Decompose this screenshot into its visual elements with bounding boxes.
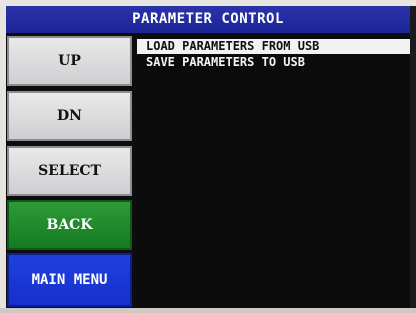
parameter-options-list: LOAD PARAMETERS FROM USB SAVE PARAMETERS…: [137, 36, 410, 308]
main-menu-button[interactable]: MAIN MENU: [7, 253, 132, 307]
up-button[interactable]: UP: [7, 36, 132, 86]
bezel-right: [410, 6, 416, 313]
list-item-load-parameters[interactable]: LOAD PARAMETERS FROM USB: [137, 39, 410, 54]
bezel-bottom: [0, 308, 416, 313]
back-button[interactable]: BACK: [7, 200, 132, 250]
page-title: PARAMETER CONTROL: [6, 6, 410, 33]
select-button[interactable]: SELECT: [7, 146, 132, 196]
down-button[interactable]: DN: [7, 91, 132, 141]
hmi-screen: PARAMETER CONTROL UP DN SELECT BACK MAIN…: [0, 0, 416, 313]
list-item-save-parameters[interactable]: SAVE PARAMETERS TO USB: [137, 55, 410, 70]
bezel-left: [0, 6, 6, 313]
